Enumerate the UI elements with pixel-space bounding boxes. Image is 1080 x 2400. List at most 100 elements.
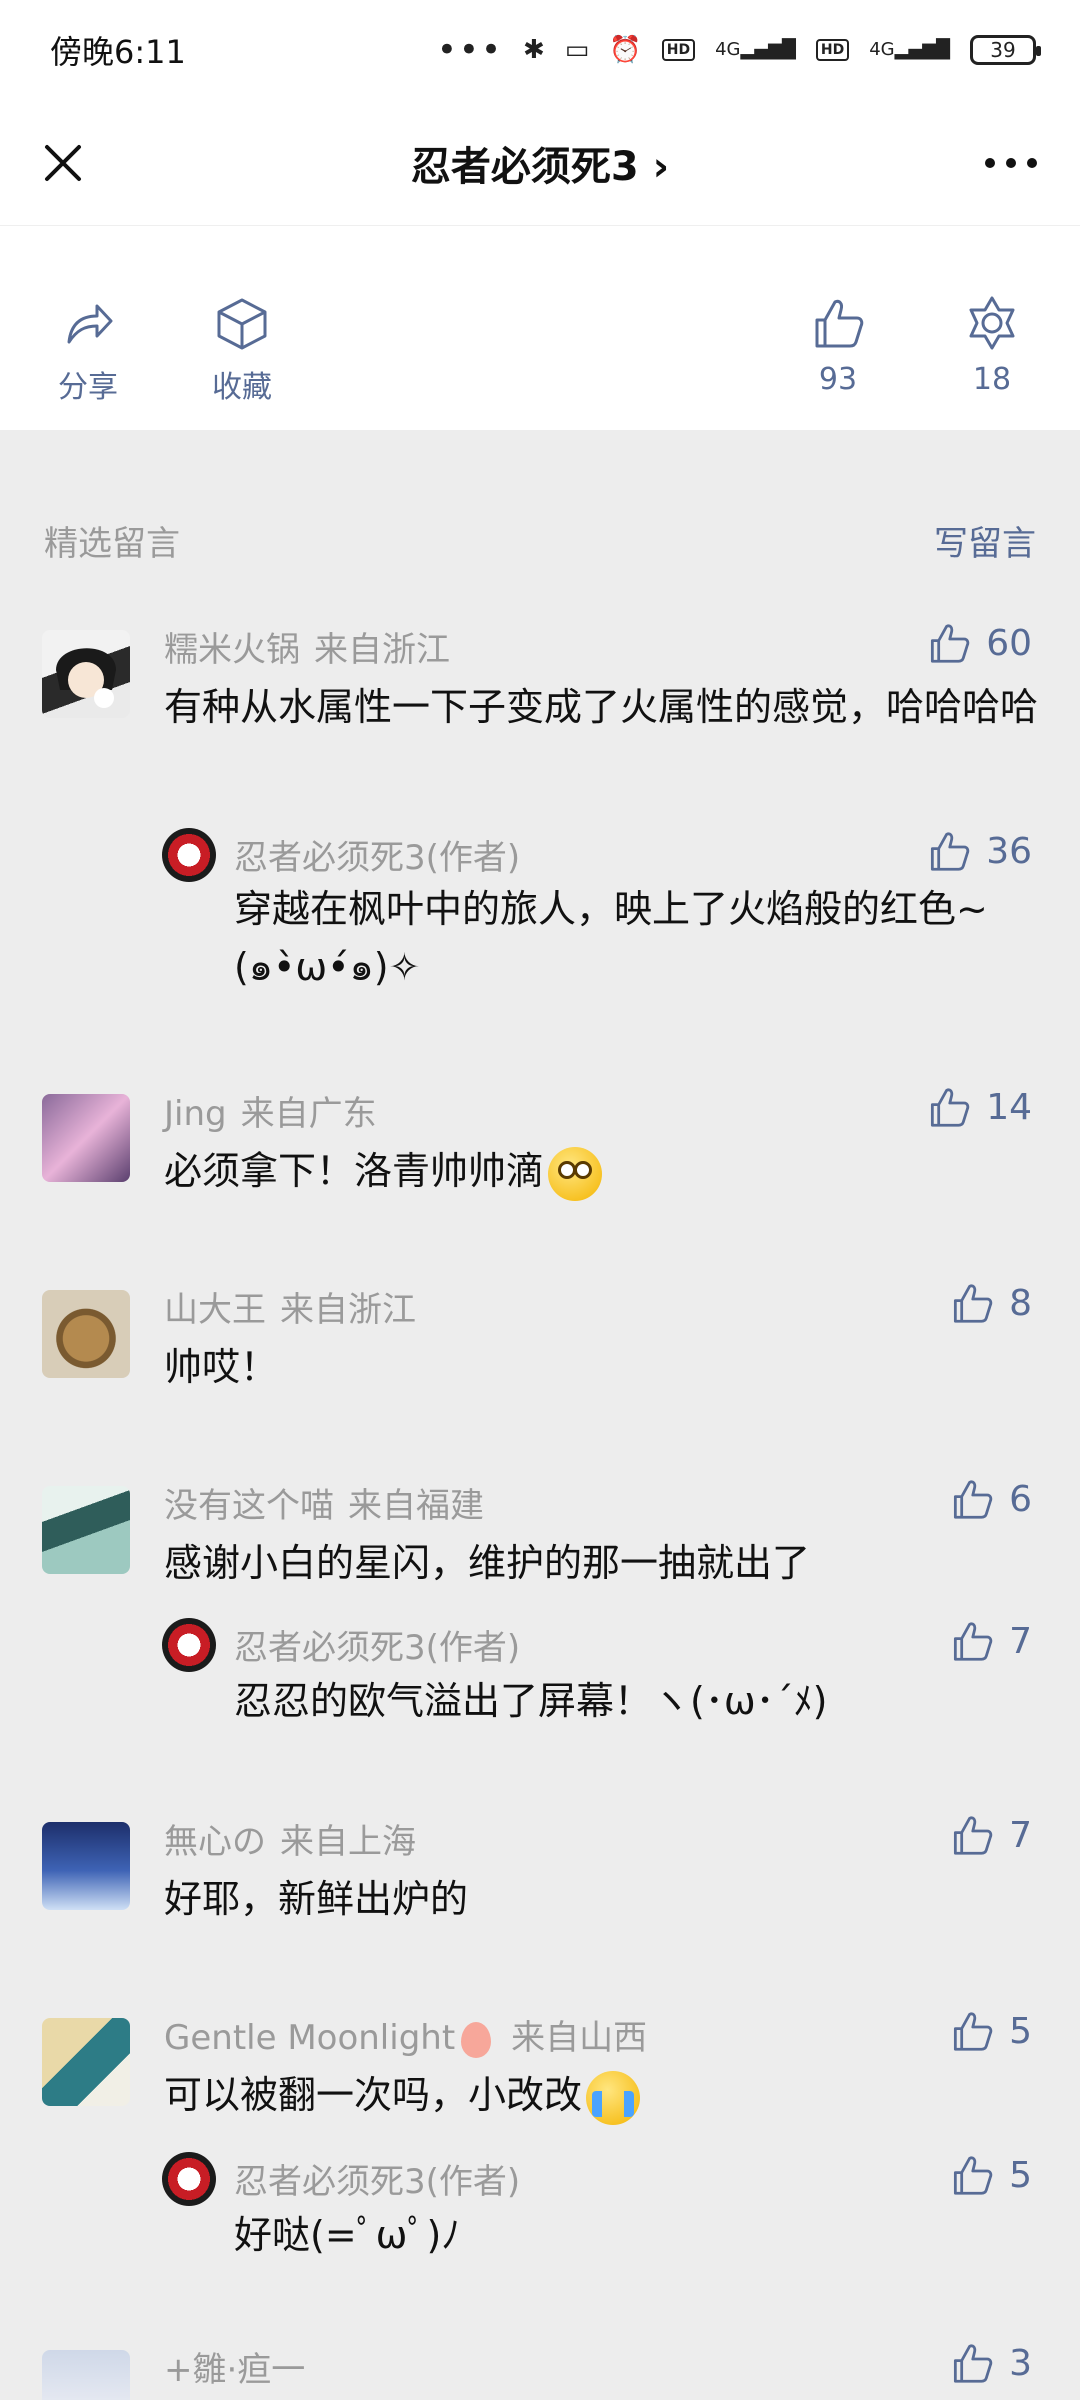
account-title-text: 忍者必须死3 › — [410, 143, 670, 190]
close-icon[interactable] — [30, 130, 96, 196]
account-title[interactable]: 忍者必须死3 › — [411, 134, 669, 192]
comment-text: 必须拿下！洛青帅帅滴 — [164, 1142, 1044, 1201]
thumbs-up-icon — [954, 1480, 993, 1519]
comment-meta: 糯米火锅 来自浙江 — [164, 622, 450, 671]
reply-text: 穿越在枫叶中的旅人，映上了火焰般的红色~(๑•̀ω•́๑)✧ — [234, 887, 988, 989]
commenter-name: 山大王 — [164, 1290, 266, 1330]
comment-text-content: 可以被翻一次吗，小改改 — [164, 2073, 583, 2117]
reply-like-button[interactable]: 7 — [949, 1618, 1032, 1664]
comment-meta: Jing 来自广东 — [164, 1086, 377, 1135]
nav-bar: 忍者必须死3 › — [0, 100, 1080, 226]
avatar[interactable] — [42, 1094, 130, 1182]
comment-like-count: 8 — [1009, 1282, 1032, 1324]
more-icon[interactable] — [978, 140, 1044, 186]
avatar[interactable] — [42, 630, 130, 718]
comments-section-title: 精选留言 — [44, 523, 180, 564]
avatar[interactable] — [42, 1290, 130, 1378]
bluetooth-icon: ✱ — [523, 35, 545, 65]
avatar[interactable] — [42, 2018, 130, 2106]
comment-like-count: 14 — [986, 1086, 1032, 1128]
status-icons: ••• ✱ ▭ ⏰ HD 4G▂▄▆█ HD 4G▂▄▆█ 39 — [436, 30, 1041, 70]
commenter-location: 来自浙江 — [280, 1290, 416, 1330]
like-button[interactable]: 93 — [778, 294, 898, 397]
reply-author-name: 忍者必须死3(作者) — [234, 1628, 521, 1668]
crying-emoji-icon — [586, 2070, 641, 2125]
comment-like-count: 5 — [1009, 2010, 1032, 2052]
balloon-emoji-icon — [461, 2021, 492, 2058]
comments-header: 精选留言 写留言 — [0, 500, 1080, 580]
comment-like-button[interactable]: 60 — [926, 620, 1032, 666]
collect-label: 收藏 — [212, 370, 272, 405]
status-bar: 傍晚6:11 ••• ✱ ▭ ⏰ HD 4G▂▄▆█ HD 4G▂▄▆█ 39 — [0, 0, 1080, 100]
comment-text: 好耶，新鲜出炉的 — [164, 1877, 469, 1921]
avatar[interactable] — [42, 1822, 130, 1910]
author-avatar[interactable] — [162, 1618, 216, 1672]
vibrate-icon: ▭ — [564, 35, 590, 65]
comment-meta: Gentle Moonlight 来自山西 — [164, 2010, 647, 2059]
commenter-location: 来自山西 — [511, 2018, 648, 2058]
comment-like-button[interactable]: 6 — [949, 1476, 1032, 1522]
share-label: 分享 — [58, 370, 118, 405]
comment-like-button[interactable]: 5 — [949, 2008, 1032, 2054]
thumbs-up-icon — [954, 2012, 993, 2051]
collect-button[interactable]: 收藏 — [182, 294, 302, 406]
wow-count: 18 — [972, 362, 1012, 397]
commenter-name: 無心の — [164, 1822, 266, 1862]
reply-like-count: 5 — [1009, 2154, 1032, 2196]
thumbs-up-icon — [931, 832, 970, 871]
comment-text: 可以被翻一次吗，小改改 — [164, 2066, 1044, 2125]
share-button[interactable]: 分享 — [28, 294, 148, 406]
like-count: 93 — [818, 362, 858, 397]
comment-like-count: 3 — [1009, 2342, 1032, 2384]
wow-star-icon — [969, 296, 1015, 350]
commenter-location: 来自浙江 — [314, 630, 450, 670]
write-comment-button[interactable]: 写留言 — [934, 516, 1036, 565]
reply-like-count: 7 — [1009, 1620, 1032, 1662]
avatar[interactable] — [42, 2350, 130, 2400]
comment-item: +雛·疸一 3 — [0, 2342, 1080, 2400]
commenter-name: +雛·疸一 — [164, 2350, 306, 2390]
commenter-name: Jing — [164, 1094, 227, 1134]
comment-like-count: 60 — [986, 622, 1032, 664]
thumbs-up-icon — [954, 1622, 993, 1661]
thumbs-up-icon — [954, 1284, 993, 1323]
comment-meta: 山大王 来自浙江 — [164, 1282, 416, 1331]
avatar[interactable] — [42, 1486, 130, 1574]
author-avatar[interactable] — [162, 2152, 216, 2206]
comment-text: 感谢小白的星闪，维护的那一抽就出了 — [164, 1541, 811, 1585]
comment-like-count: 7 — [1009, 1814, 1032, 1856]
reply-like-button[interactable]: 5 — [949, 2152, 1032, 2198]
thumbs-up-icon — [954, 2344, 993, 2383]
commenter-name: 糯米火锅 — [164, 630, 300, 670]
thumbs-up-icon — [931, 1088, 970, 1127]
reply-like-button[interactable]: 36 — [926, 828, 1032, 874]
comment-like-button[interactable]: 8 — [949, 1280, 1032, 1326]
comment-like-count: 6 — [1009, 1478, 1032, 1520]
commenter-name: 没有这个喵 — [164, 1486, 334, 1526]
comment-text-content: 必须拿下！洛青帅帅滴 — [164, 1149, 545, 1193]
comment-like-button[interactable]: 14 — [926, 1084, 1032, 1130]
comment-text: 有种从水属性一下子变成了火属性的感觉，哈哈哈哈 — [164, 685, 1039, 729]
thumbs-up-icon — [954, 1816, 993, 1855]
comment-like-button[interactable]: 7 — [949, 1812, 1032, 1858]
hd-icon: HD — [661, 39, 696, 61]
comment-like-button[interactable]: 3 — [949, 2342, 1032, 2386]
article-action-row: 分享 收藏 93 18 — [0, 226, 1080, 430]
comment-meta: 没有这个喵 来自福建 — [164, 1478, 484, 1527]
reply-text: 忍忍的欧气溢出了屏幕！ヽ(･ω･´ﾒ) — [234, 1679, 828, 1723]
thumbs-up-icon — [815, 299, 864, 348]
commenter-name: Gentle Moonlight — [164, 2018, 456, 2058]
battery-icon: 39 — [970, 35, 1041, 65]
commenter-location: 来自广东 — [240, 1094, 377, 1134]
wow-button[interactable]: 18 — [932, 294, 1052, 397]
commenter-location: 来自福建 — [348, 1486, 484, 1526]
signal-icon-2: 4G▂▄▆█ — [869, 39, 950, 60]
share-icon — [67, 304, 113, 344]
signal-icon: 4G▂▄▆█ — [715, 39, 796, 60]
reply-like-count: 36 — [986, 830, 1032, 872]
surprised-emoji-icon — [548, 1146, 603, 1201]
author-avatar[interactable] — [162, 828, 216, 882]
reply-author-name: 忍者必须死3(作者) — [234, 838, 521, 878]
commenter-location: 来自上海 — [280, 1822, 416, 1862]
more-dots-icon: ••• — [436, 30, 503, 70]
